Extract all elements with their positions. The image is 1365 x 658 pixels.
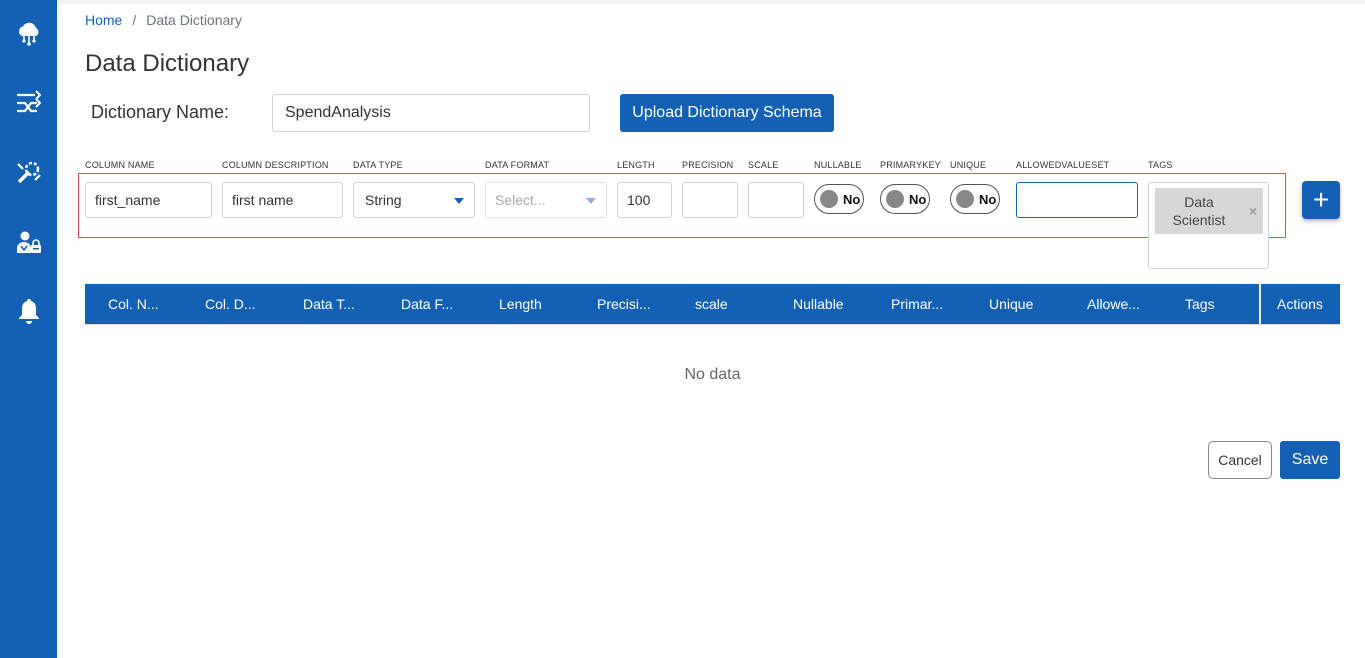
tag-chip: Data Scientist × [1155, 188, 1263, 234]
data-format-placeholder: Select... [495, 192, 546, 208]
precision-input[interactable] [682, 182, 738, 218]
data-type-select[interactable]: String [353, 182, 475, 218]
table-divider [85, 324, 1340, 325]
primarykey-label: PRIMARYKEY [880, 160, 941, 170]
sidebar [0, 0, 57, 658]
th-col-description[interactable]: Col. D... [205, 284, 256, 324]
close-icon[interactable]: × [1249, 202, 1257, 220]
tools-icon[interactable] [14, 157, 44, 187]
add-column-button[interactable]: + [1302, 181, 1340, 219]
scale-label: SCALE [748, 160, 779, 170]
th-col-name[interactable]: Col. N... [108, 284, 159, 324]
length-label: LENGTH [617, 160, 655, 170]
nullable-label: NULLABLE [814, 160, 862, 170]
allowedvalueset-label: ALLOWEDVALUESET [1016, 160, 1110, 170]
unique-toggle-text: No [979, 192, 997, 207]
data-type-label: DATA TYPE [353, 160, 403, 170]
data-type-value: String [365, 192, 402, 208]
cloud-icon[interactable] [14, 18, 44, 48]
save-button[interactable]: Save [1280, 441, 1340, 479]
th-nullable[interactable]: Nullable [793, 284, 844, 324]
empty-table-message: No data [684, 366, 741, 383]
cancel-button[interactable]: Cancel [1208, 441, 1272, 479]
table-header: Col. N... Col. D... Data T... Data F... … [85, 284, 1340, 324]
chevron-down-icon [586, 198, 596, 204]
unique-label: UNIQUE [950, 160, 987, 170]
toggle-knob [956, 190, 974, 208]
shuffle-icon[interactable] [14, 88, 44, 118]
breadcrumb-current: Data Dictionary [146, 12, 242, 28]
nullable-toggle[interactable]: No [814, 184, 864, 214]
th-tags[interactable]: Tags [1185, 284, 1215, 324]
unique-toggle[interactable]: No [950, 184, 1000, 214]
top-divider [57, 0, 1365, 4]
column-description-value: first name [232, 192, 294, 208]
dictionary-name-input[interactable] [272, 94, 590, 132]
nullable-toggle-text: No [843, 192, 861, 207]
tags-label: TAGS [1148, 160, 1173, 170]
th-actions: Actions [1277, 296, 1323, 312]
scale-input[interactable] [748, 182, 804, 218]
tag-chip-label: Data Scientist [1172, 194, 1226, 228]
th-precision[interactable]: Precisi... [597, 284, 651, 324]
toggle-knob [820, 190, 838, 208]
column-description-input[interactable]: first name [222, 182, 343, 218]
column-name-input[interactable]: first_name [85, 182, 212, 218]
toggle-knob [886, 190, 904, 208]
page-title: Data Dictionary [85, 50, 250, 77]
primarykey-toggle[interactable]: No [880, 184, 930, 214]
dictionary-name-label: Dictionary Name: [91, 102, 230, 122]
upload-dictionary-schema-button[interactable]: Upload Dictionary Schema [620, 94, 834, 132]
th-scale[interactable]: scale [695, 284, 728, 324]
data-format-label: DATA FORMAT [485, 160, 550, 170]
column-description-label: COLUMN DESCRIPTION [222, 160, 329, 170]
precision-label: PRECISION [682, 160, 734, 170]
breadcrumb: Home / Data Dictionary [85, 12, 242, 28]
th-primarykey[interactable]: Primar... [891, 284, 943, 324]
th-length[interactable]: Length [499, 284, 542, 324]
th-unique[interactable]: Unique [989, 284, 1033, 324]
column-name-value: first_name [95, 192, 161, 208]
header-divider [1259, 284, 1261, 324]
length-value: 100 [627, 192, 651, 208]
tags-input[interactable]: Data Scientist × [1148, 182, 1269, 269]
breadcrumb-home-link[interactable]: Home [85, 12, 122, 28]
primarykey-toggle-text: No [909, 192, 927, 207]
allowedvalueset-input[interactable] [1016, 182, 1138, 218]
chevron-down-icon [454, 198, 464, 204]
bell-icon[interactable] [14, 296, 44, 326]
th-data-format[interactable]: Data F... [401, 284, 453, 324]
data-format-select[interactable]: Select... [485, 182, 607, 218]
length-input[interactable]: 100 [617, 182, 672, 218]
breadcrumb-separator: / [132, 12, 137, 28]
user-lock-icon[interactable] [14, 227, 44, 257]
th-allowedvalueset[interactable]: Allowe... [1087, 284, 1140, 324]
th-data-type[interactable]: Data T... [303, 284, 355, 324]
column-name-label: COLUMN NAME [85, 160, 155, 170]
